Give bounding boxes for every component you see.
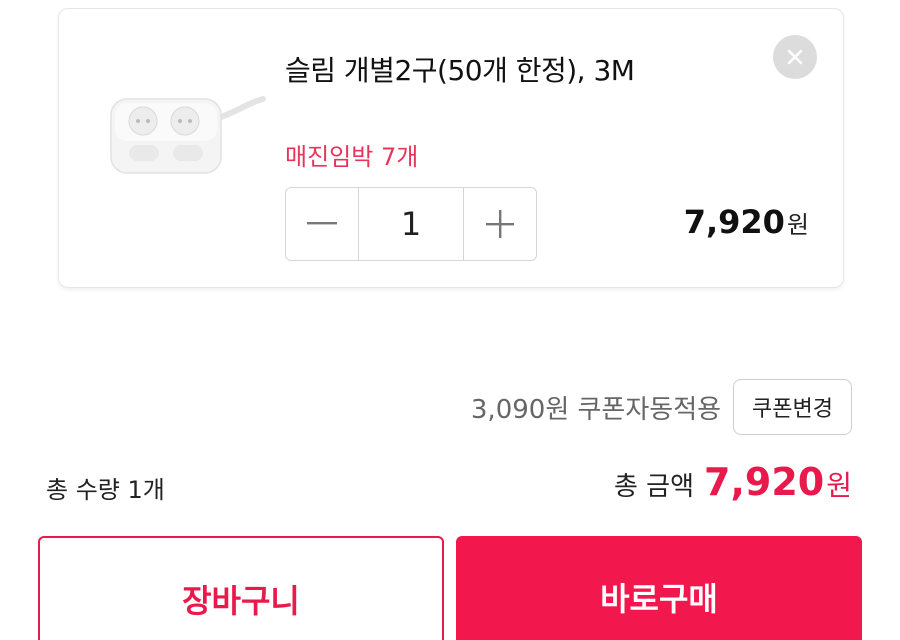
decrease-quantity-button[interactable] xyxy=(286,188,358,260)
total-amount-unit: 원 xyxy=(826,469,852,502)
change-coupon-button[interactable]: 쿠폰변경 xyxy=(733,379,852,435)
product-image[interactable] xyxy=(103,81,273,191)
product-title: 슬림 개별2구(50개 한정), 3M xyxy=(285,54,635,87)
total-amount: 총 금액 7,920 원 xyxy=(614,460,852,504)
item-price-value: 7,920 xyxy=(683,203,785,241)
plus-icon xyxy=(486,210,514,238)
close-icon xyxy=(787,49,803,65)
quantity-stepper: 1 xyxy=(285,187,537,261)
item-price: 7,920원 xyxy=(684,203,809,241)
buy-now-label: 바로구매 xyxy=(600,580,718,618)
increase-quantity-button[interactable] xyxy=(464,188,536,260)
minus-icon xyxy=(307,222,337,225)
add-to-cart-label: 장바구니 xyxy=(182,582,300,620)
low-stock-label: 매진임박 7개 xyxy=(285,143,419,171)
power-strip-image xyxy=(110,96,266,174)
add-to-cart-button[interactable]: 장바구니 xyxy=(38,536,444,640)
buy-now-button[interactable]: 바로구매 xyxy=(456,536,862,640)
total-amount-value: 7,920 xyxy=(704,460,825,504)
cart-item-card: 슬림 개별2구(50개 한정), 3M 매진임박 7개 1 7,920원 xyxy=(58,8,844,288)
total-quantity: 총 수량 1개 xyxy=(46,476,165,504)
remove-item-button[interactable] xyxy=(773,35,817,79)
coupon-applied-text: 3,090원 쿠폰자동적용 xyxy=(470,394,722,425)
quantity-value[interactable]: 1 xyxy=(358,188,464,260)
item-price-unit: 원 xyxy=(786,211,809,239)
total-amount-label: 총 금액 xyxy=(614,472,695,502)
coupon-row: 3,090원 쿠폰자동적용 쿠폰변경 xyxy=(471,378,852,436)
